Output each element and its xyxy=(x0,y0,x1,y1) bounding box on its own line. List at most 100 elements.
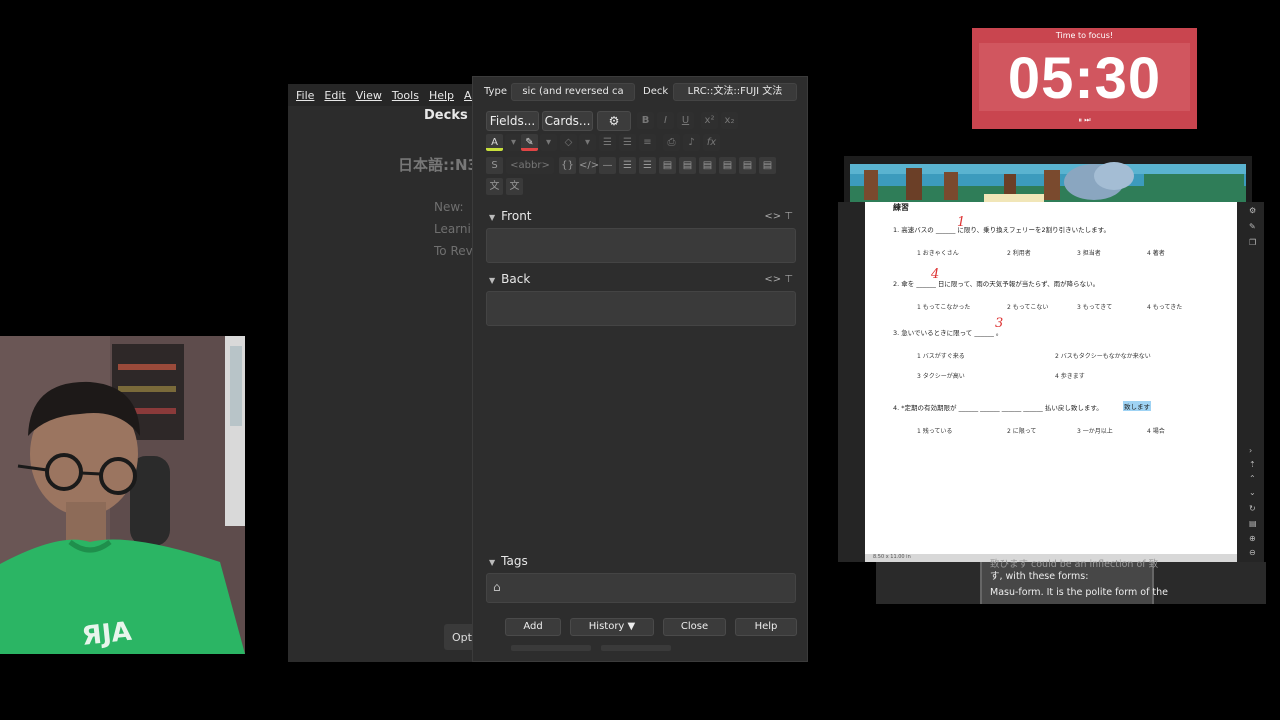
math-icon[interactable]: fx xyxy=(703,134,720,151)
chevron-down-icon[interactable]: ▼ xyxy=(489,558,495,567)
pdf-page[interactable]: 練習 1. 高速バスの ______ に限り、乗り換えフェリーを2割り引きいたし… xyxy=(865,202,1237,554)
subscript-icon[interactable]: x₂ xyxy=(721,112,738,129)
q1-option-4: 4 著者 xyxy=(1147,250,1165,257)
front-field-input[interactable] xyxy=(486,228,796,263)
q3-option-2: 2 バスもタクシーもなかなか来ない xyxy=(1055,353,1151,360)
back-label: Back xyxy=(501,272,531,286)
code-icon[interactable]: </> xyxy=(579,157,599,174)
q2-option-3: 3 もってきて xyxy=(1077,304,1113,311)
back-field-input[interactable] xyxy=(486,291,796,326)
selected-text-highlight[interactable]: 致します xyxy=(1123,401,1151,411)
text-color-icon[interactable]: A xyxy=(486,134,503,151)
note-type-selector[interactable]: sic (and reversed ca xyxy=(511,83,635,101)
unordered-list-icon[interactable]: ☰ xyxy=(599,134,616,151)
menu-file[interactable]: File xyxy=(296,89,314,102)
align-icon[interactable]: ≡ xyxy=(639,134,656,151)
eraser-icon[interactable]: ◇ xyxy=(560,134,577,151)
tags-input[interactable]: ⌂ xyxy=(486,573,796,603)
question-1: 1. 高速バスの ______ に限り、乗り換えフェリーを2割り引きいたします。 xyxy=(893,226,1110,234)
italic-icon[interactable]: I xyxy=(657,112,674,129)
chevron-down-icon[interactable]: ▼ xyxy=(489,213,495,222)
superscript-icon[interactable]: x² xyxy=(701,112,718,129)
timer-display: 05:30 xyxy=(979,43,1190,111)
up-icon[interactable]: ⌃ xyxy=(1249,474,1256,483)
svg-text:ЯJA: ЯJA xyxy=(80,617,133,652)
zoom-out-icon[interactable]: ⊖ xyxy=(1249,548,1256,557)
tags-header[interactable]: ▼ Tags xyxy=(489,554,528,568)
bold-icon[interactable]: B xyxy=(637,112,654,129)
decks-tab[interactable]: Decks xyxy=(424,108,468,123)
q4-option-1: 1 残っている xyxy=(917,428,953,435)
justify-icon[interactable]: ▤ xyxy=(759,157,776,174)
rotate-icon[interactable]: ↻ xyxy=(1249,504,1256,513)
fields-button[interactable]: Fields... xyxy=(486,111,539,131)
q2-option-1: 1 もってこなかった xyxy=(917,304,971,311)
document-icon[interactable]: ▤ xyxy=(1249,519,1257,528)
close-button[interactable]: Close xyxy=(663,618,726,636)
chevron-down-icon[interactable]: ▾ xyxy=(505,134,522,151)
zoom-in-icon[interactable]: ⊕ xyxy=(1249,534,1256,543)
timer-controls[interactable]: ⏸ ⏭ xyxy=(972,116,1197,125)
menu-bar: File Edit View Tools Help Anki xyxy=(288,84,488,106)
answer-2: 4 xyxy=(931,267,940,282)
menu-tools[interactable]: Tools xyxy=(392,89,419,102)
stat-review: To Revi xyxy=(434,244,477,258)
stat-learning: Learnir xyxy=(434,222,476,236)
add-button[interactable]: Add xyxy=(505,618,561,636)
attach-icon[interactable]: ⎙ xyxy=(663,134,680,151)
question-3: 3. 急いでいるときに限って ______ 。 xyxy=(893,329,1003,337)
block-icon[interactable]: ▤ xyxy=(659,157,676,174)
exercise-title: 練習 xyxy=(893,203,909,212)
ordered-list-icon[interactable]: ☰ xyxy=(619,134,636,151)
history-button[interactable]: History ▼ xyxy=(570,618,654,636)
chevron-down-icon[interactable]: ▼ xyxy=(489,276,495,285)
page-size-label: 8.50 x 11.00 in xyxy=(873,554,911,560)
indent-icon[interactable]: ▤ xyxy=(679,157,696,174)
braces-icon[interactable]: {} xyxy=(559,157,576,174)
front-header[interactable]: ▼ Front xyxy=(489,209,532,223)
help-button[interactable]: Help xyxy=(735,618,797,636)
align-right-icon[interactable]: ▤ xyxy=(739,157,756,174)
menu-edit[interactable]: Edit xyxy=(324,89,345,102)
gear-icon[interactable]: ⚙ xyxy=(597,111,631,131)
add-card-dialog: Type sic (and reversed ca Deck LRC::文法::… xyxy=(472,76,808,662)
timer-label: Time to focus! xyxy=(1055,31,1114,40)
navigate-icon[interactable]: › xyxy=(1249,446,1252,455)
scroll-top-icon[interactable]: ⇡ xyxy=(1249,460,1256,469)
underline-icon[interactable]: U xyxy=(677,112,694,129)
focus-timer: Time to focus! 05:30 ⏸ ⏭ xyxy=(972,28,1197,129)
microphone-icon[interactable]: ♪ xyxy=(683,134,700,151)
deck-selector[interactable]: LRC::文法::FUJI 文法 xyxy=(673,83,797,101)
down-icon[interactable]: ⌄ xyxy=(1249,488,1256,497)
abbr-button[interactable]: <abbr> xyxy=(506,157,554,174)
remove-furigana-icon[interactable]: 文 xyxy=(506,178,523,195)
front-label: Front xyxy=(501,209,532,223)
bullet-list-icon[interactable]: ☰ xyxy=(619,157,636,174)
tags-label: Tags xyxy=(501,554,528,568)
type-label: Type xyxy=(484,86,507,97)
answer-1: 1 xyxy=(957,215,966,230)
chevron-down-icon[interactable]: ▾ xyxy=(579,134,596,151)
horizontal-rule-icon[interactable]: — xyxy=(599,157,616,174)
edit-icon[interactable]: ✎ xyxy=(1249,222,1256,231)
menu-help[interactable]: Help xyxy=(429,89,454,102)
strikethrough-icon[interactable]: S xyxy=(486,157,503,174)
dictionary-popup[interactable]: 致ひます could be an inflection of 致 す, with… xyxy=(980,559,1168,604)
furigana-icon[interactable]: 文 xyxy=(486,178,503,195)
copy-icon[interactable]: ❐ xyxy=(1249,238,1256,247)
webcam-person-image: ЯJA xyxy=(0,336,245,654)
chevron-down-icon[interactable]: ▾ xyxy=(540,134,557,151)
back-field-tools[interactable]: <> ⊤ xyxy=(764,274,793,285)
front-field-tools[interactable]: <> ⊤ xyxy=(764,211,793,222)
center-icon[interactable]: ▤ xyxy=(699,157,716,174)
cards-button[interactable]: Cards... xyxy=(542,111,593,131)
back-header[interactable]: ▼ Back xyxy=(489,272,530,286)
pixel-scene-image xyxy=(850,162,1246,204)
q3-option-4: 4 歩きます xyxy=(1055,373,1085,380)
menu-view[interactable]: View xyxy=(356,89,382,102)
align-left-icon[interactable]: ▤ xyxy=(719,157,736,174)
highlight-color-icon[interactable]: ✎ xyxy=(521,134,538,151)
q2-option-4: 4 もってきた xyxy=(1147,304,1183,311)
settings-icon[interactable]: ⚙ xyxy=(1249,206,1256,215)
numbered-list-icon[interactable]: ☰ xyxy=(639,157,656,174)
